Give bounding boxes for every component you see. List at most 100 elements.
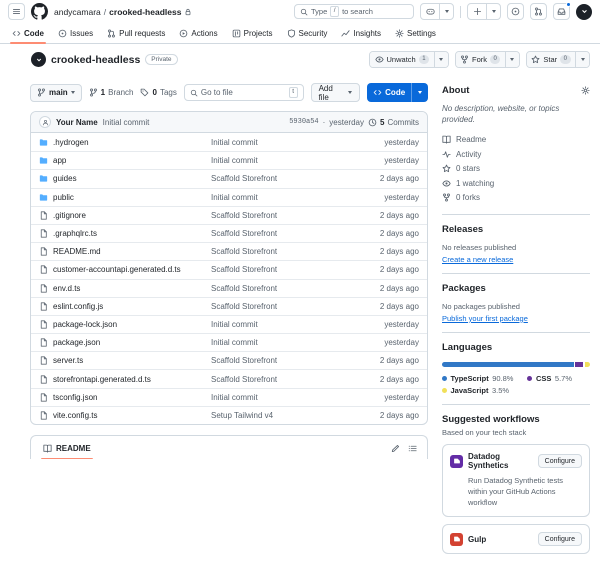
fork-button[interactable]: Fork 0 (455, 52, 505, 67)
commit-message-link[interactable]: Scaffold Storefront (211, 174, 361, 183)
commit-message-link[interactable]: Initial commit (211, 320, 361, 329)
readme-tab[interactable]: README (41, 436, 93, 459)
commit-message-link[interactable]: Initial commit (211, 393, 361, 402)
commit-author[interactable]: Your Name (56, 118, 98, 127)
commit-message-link[interactable]: Scaffold Storefront (211, 356, 361, 365)
configure-button[interactable]: Configure (537, 454, 582, 469)
commits-history-link[interactable]: 5 Commits (368, 118, 419, 127)
commit-message-link[interactable]: Initial commit (211, 138, 361, 147)
file-name-link[interactable]: vite.config.ts (39, 411, 211, 420)
about-stat-eye[interactable]: 1 watching (442, 176, 590, 191)
commit-message-link[interactable]: Scaffold Storefront (211, 211, 361, 220)
commit-message-link[interactable]: Scaffold Storefront (211, 247, 361, 256)
commit-message-link[interactable]: Scaffold Storefront (211, 284, 361, 293)
about-stat-book[interactable]: Readme (442, 132, 590, 147)
file-name-link[interactable]: env.d.ts (39, 284, 211, 293)
file-name-link[interactable]: README.md (39, 247, 211, 256)
commit-message-link[interactable]: Initial commit (211, 338, 361, 347)
global-search-input[interactable]: Type / to search (294, 4, 414, 19)
about-stat-fork[interactable]: 0 forks (442, 190, 590, 205)
tab-insights[interactable]: Insights (335, 23, 387, 43)
table-row[interactable]: public Initial commit yesterday (31, 187, 427, 206)
pull-requests-button[interactable] (530, 3, 547, 20)
copilot-dropdown[interactable] (439, 4, 453, 19)
configure-button[interactable]: Configure (537, 532, 582, 546)
table-row[interactable]: vite.config.ts Setup Tailwind v4 2 days ag… (31, 405, 427, 424)
file-name-link[interactable]: package-lock.json (39, 320, 211, 329)
outline-list-icon[interactable] (408, 444, 417, 453)
language-item[interactable]: TypeScript 90.8% (442, 374, 513, 383)
tab-code[interactable]: Code (6, 23, 50, 44)
table-row[interactable]: tsconfig.json Initial commit yesterday (31, 387, 427, 406)
publish-package-link[interactable]: Publish your first package (442, 314, 528, 323)
about-stat-pulse[interactable]: Activity (442, 147, 590, 162)
commit-message-link[interactable]: Scaffold Storefront (211, 302, 361, 311)
table-row[interactable]: server.ts Scaffold Storefront 2 days ago (31, 351, 427, 369)
tab-settings[interactable]: Settings (389, 23, 442, 43)
tab-pull-requests[interactable]: Pull requests (101, 23, 171, 43)
table-row[interactable]: env.d.ts Scaffold Storefront 2 days ago (31, 278, 427, 297)
file-name-link[interactable]: .graphqlrc.ts (39, 229, 211, 238)
table-row[interactable]: .graphqlrc.ts Scaffold Storefront 2 days a… (31, 223, 427, 242)
code-button[interactable]: Code (367, 83, 428, 102)
file-name-link[interactable]: .gitignore (39, 211, 211, 220)
copilot-button[interactable] (421, 4, 439, 19)
file-name-link[interactable]: customer-accountapi.generated.d.ts (39, 265, 211, 274)
user-avatar[interactable] (576, 3, 592, 20)
tab-projects[interactable]: Projects (226, 23, 279, 43)
file-name-link[interactable]: package.json (39, 338, 211, 347)
table-row[interactable]: customer-accountapi.generated.d.ts Scaffo… (31, 260, 427, 278)
language-item[interactable]: JavaScript 3.5% (442, 386, 509, 395)
unwatch-button[interactable]: Unwatch 1 (370, 52, 434, 67)
folder-name-link[interactable]: .hydrogen (39, 138, 211, 147)
commit-message-link[interactable]: Scaffold Storefront (211, 265, 361, 274)
table-row[interactable]: .gitignore Scaffold Storefront 2 days ago (31, 205, 427, 224)
table-row[interactable]: app Initial commit yesterday (31, 151, 427, 169)
file-name-link[interactable]: storefrontapi.generated.d.ts (39, 375, 211, 384)
breadcrumb-owner[interactable]: andycamara (54, 7, 101, 17)
folder-name-link[interactable]: public (39, 193, 211, 202)
tab-security[interactable]: Security (281, 23, 334, 43)
folder-name-link[interactable]: guides (39, 174, 211, 183)
commit-message-link[interactable]: Initial commit (211, 156, 361, 165)
fork-dropdown[interactable] (504, 52, 519, 67)
create-new-button[interactable] (468, 4, 486, 19)
file-name-link[interactable]: server.ts (39, 356, 211, 365)
tags-link[interactable]: 0 Tags (140, 88, 177, 97)
commit-message[interactable]: Initial commit (103, 118, 150, 127)
folder-name-link[interactable]: app (39, 156, 211, 165)
file-name-link[interactable]: eslint.config.js (39, 302, 211, 311)
watch-dropdown[interactable] (433, 52, 448, 67)
commit-author-avatar[interactable] (39, 116, 51, 128)
branches-link[interactable]: 1 Branch (89, 88, 133, 97)
language-item[interactable]: CSS 5.7% (527, 374, 572, 383)
hamburger-menu-button[interactable] (8, 3, 25, 20)
table-row[interactable]: package-lock.json Initial commit yesterday (31, 314, 427, 333)
star-dropdown[interactable] (575, 52, 589, 67)
create-new-dropdown[interactable] (486, 4, 500, 19)
code-dropdown[interactable] (411, 83, 428, 102)
table-row[interactable]: .hydrogen Initial commit yesterday (31, 133, 427, 151)
repo-owner-avatar[interactable] (31, 52, 46, 67)
table-row[interactable]: package.json Initial commit yesterday (31, 333, 427, 351)
commit-message-link[interactable]: Initial commit (211, 193, 361, 202)
tab-actions[interactable]: Actions (173, 23, 223, 43)
go-to-file-input[interactable]: Go to file t (183, 84, 304, 101)
file-name-link[interactable]: tsconfig.json (39, 393, 211, 402)
table-row[interactable]: eslint.config.js Scaffold Storefront 2 day… (31, 296, 427, 315)
add-file-button[interactable]: Add file (310, 83, 361, 102)
issues-button[interactable] (507, 3, 524, 20)
commit-message-link[interactable]: Scaffold Storefront (211, 375, 361, 384)
commit-message-link[interactable]: Scaffold Storefront (211, 229, 361, 238)
github-logo-icon[interactable] (31, 3, 48, 20)
table-row[interactable]: storefrontapi.generated.d.ts Scaffold Sto… (31, 369, 427, 387)
breadcrumb-repo[interactable]: crooked-headless (109, 7, 181, 17)
create-release-link[interactable]: Create a new release (442, 255, 513, 264)
commit-sha[interactable]: 5930a54 (289, 118, 318, 126)
about-stat-star[interactable]: 0 stars (442, 161, 590, 176)
inbox-button[interactable] (553, 2, 571, 20)
repo-title[interactable]: crooked-headless (51, 54, 140, 66)
star-button[interactable]: Star 0 (526, 52, 575, 67)
commit-message-link[interactable]: Setup Tailwind v4 (211, 411, 361, 420)
gear-icon[interactable] (581, 86, 590, 95)
